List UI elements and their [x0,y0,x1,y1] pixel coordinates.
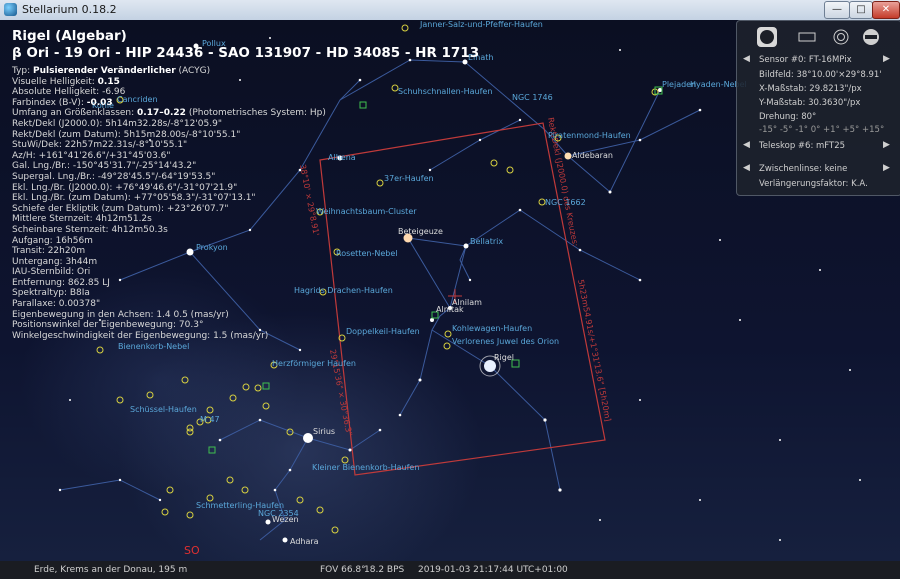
telescope-icon [863,29,879,45]
label-wezen: Wezen [272,515,299,524]
info-row: Eigenbewegung in den Achsen: 1.4 0.5 (ma… [12,309,229,320]
telescope-view-button[interactable] [861,27,881,47]
label-herzfoermig: Herzförmiger Haufen [272,359,356,368]
sensor-next-button[interactable]: ▶ [883,54,890,64]
ocular-circle-icon [760,30,774,44]
object-info-panel: Rigel (Algebar) β Ori - 19 Ori - HIP 244… [12,28,482,341]
ccd-rectangle-icon [798,32,816,42]
info-row: Ekl. Lng./Br. (J2000.0): +76°49'46.6"/-3… [12,182,238,193]
status-fps: 18.2 BPS [364,565,405,575]
star-adhara [282,537,288,543]
info-row: Gal. Lng./Br.: -150°45'31.7"/-25°14'43.2… [12,161,197,172]
rotation-buttons[interactable]: -15° -5° -1° 0° +1° +5° +15° [759,125,884,135]
oculars-panel: ◀ ▶ Sensor #0: FT-16MPix Bildfeld: 38°10… [736,20,900,196]
label-ngc1746: NGC 1746 [512,93,553,102]
minimize-button[interactable]: — [824,1,850,19]
info-row: Visuelle Helligkeit: 0.15 [12,76,120,87]
label-adhara: Adhara [290,537,319,546]
star-wezen [265,519,271,525]
status-bar: Erde, Krems an der Donau, 195 m FOV 66.8… [0,561,900,579]
label-kleiner-bienenkorb: Kleiner Bienenkorb-Haufen [312,463,419,472]
window-titlebar: Stellarium 0.18.2 — □ ✕ [0,0,900,21]
info-row: Scheinbare Sternzeit: 4h12m50.3s [12,224,168,235]
info-row: Rekt/Dekl (zum Datum): 5h15m28.00s/-8°10… [12,129,241,140]
info-row: Supergal. Lng./Br.: -49°28'45.5"/-64°19'… [12,171,216,182]
close-button[interactable]: ✕ [872,1,900,19]
star-sirius [303,433,313,443]
sensor-label: Sensor #0: FT-16MPix [759,55,852,65]
object-info-rows: Typ: Pulsierender Veränderlicher (ACYG) V… [12,66,482,341]
info-row: Spektraltyp: B8Ia [12,288,90,299]
info-row: Positionswinkel der Eigenbewegung: 70.3° [12,320,204,331]
lens-prev-button[interactable]: ◀ [743,163,750,173]
label-sirius: Sirius [313,427,335,436]
stellarium-app-icon [4,3,17,16]
bildfeld-value: Bildfeld: 38°10.00'×29°8.91' [759,70,882,80]
label-schuessel: Schüssel-Haufen [130,405,197,414]
label-ngc1662: NGC 1662 [545,198,586,207]
telescope-label: Teleskop #6: mFT25 [759,141,846,151]
label-cardinal-so: SO [184,544,200,557]
info-row: Parallaxe: 0.00378" [12,299,101,310]
info-row: Mittlere Sternzeit: 4h12m51.2s [12,214,152,225]
rotation-value: Drehung: 80° [759,112,817,122]
ccd-view-button[interactable] [797,27,817,47]
info-row: Schiefe der Ekliptik (zum Datum): +23°26… [12,203,229,214]
info-row: Typ: Pulsierender Veränderlicher (ACYG) [12,66,211,76]
lens-next-button[interactable]: ▶ [883,163,890,173]
telrad-view-button[interactable] [831,27,851,47]
info-row: StuWi/Dek: 22h57m22.31s/-8°10'55.1" [12,140,188,151]
info-row: Absolute Helligkeit: -6.96 [12,87,126,98]
ocular-view-button[interactable] [757,27,777,47]
status-datetime: 2019-01-03 21:17:44 UTC+01:00 [418,565,568,575]
label-aldebaran: Aldebaran [572,151,613,160]
telescope-prev-button[interactable]: ◀ [743,140,750,150]
info-row: Umfang an Größenklassen: 0.17–0.22 (Phot… [12,108,326,119]
sensor-prev-button[interactable]: ◀ [743,54,750,64]
label-rigel: Rigel [494,353,514,362]
maximize-button[interactable]: □ [849,1,873,19]
label-bienenkorb: Bienenkorb-Nebel [118,342,189,351]
object-ids: β Ori - 19 Ori - HIP 24436 - SAO 131907 … [12,45,480,61]
label-m47: M 47 [200,415,220,424]
telrad-icon [833,29,849,45]
label-piratenmond: Piratenmond-Haufen [548,131,631,140]
info-row: Aufgang: 16h56m [12,235,93,246]
status-fov: FOV 66.8° [320,565,366,575]
sky-view[interactable]: Rekt/Dekl (J2000.0) des Kreuzes: 5h23m54… [0,20,900,561]
star-aldebaran [564,152,572,160]
oculars-toolbar [747,27,887,49]
frame-label-right: 5h23m54.91s/+1°31'13.6" [5h20m] [576,279,612,423]
status-location: Erde, Krems an der Donau, 195 m [34,565,188,575]
object-name: Rigel (Algebar) [12,28,127,44]
info-row: Rekt/Dekl (J2000.0): 5h14m32.28s/-8°12'0… [12,118,222,129]
telescope-next-button[interactable]: ▶ [883,140,890,150]
info-row: Transit: 22h20m [12,246,86,257]
info-row: Winkelgeschwindigkeit der Eigenbewegung:… [12,330,269,341]
info-row: IAU-Sternbild: Ori [12,267,91,278]
info-row: Ekl. Lng./Br. (zum Datum): +77°05'58.3"/… [12,193,256,204]
info-row: Entfernung: 862.85 LJ [12,277,110,288]
y-scale-value: Y-Maßstab: 30.3630"/px [759,98,861,108]
x-scale-value: X-Maßstab: 29.8213"/px [759,84,862,94]
info-row: Farbindex (B-V): -0.03 [12,97,113,108]
info-row: Untergang: 3h44m [12,256,98,267]
lens-label: Zwischenlinse: keine [759,164,848,174]
info-row: Az/H: +161°41'26.6"/+31°45'03.6" [12,150,171,161]
window-title: Stellarium 0.18.2 [22,3,117,16]
extension-factor: Verlängerungsfaktor: K.A. [759,179,868,189]
